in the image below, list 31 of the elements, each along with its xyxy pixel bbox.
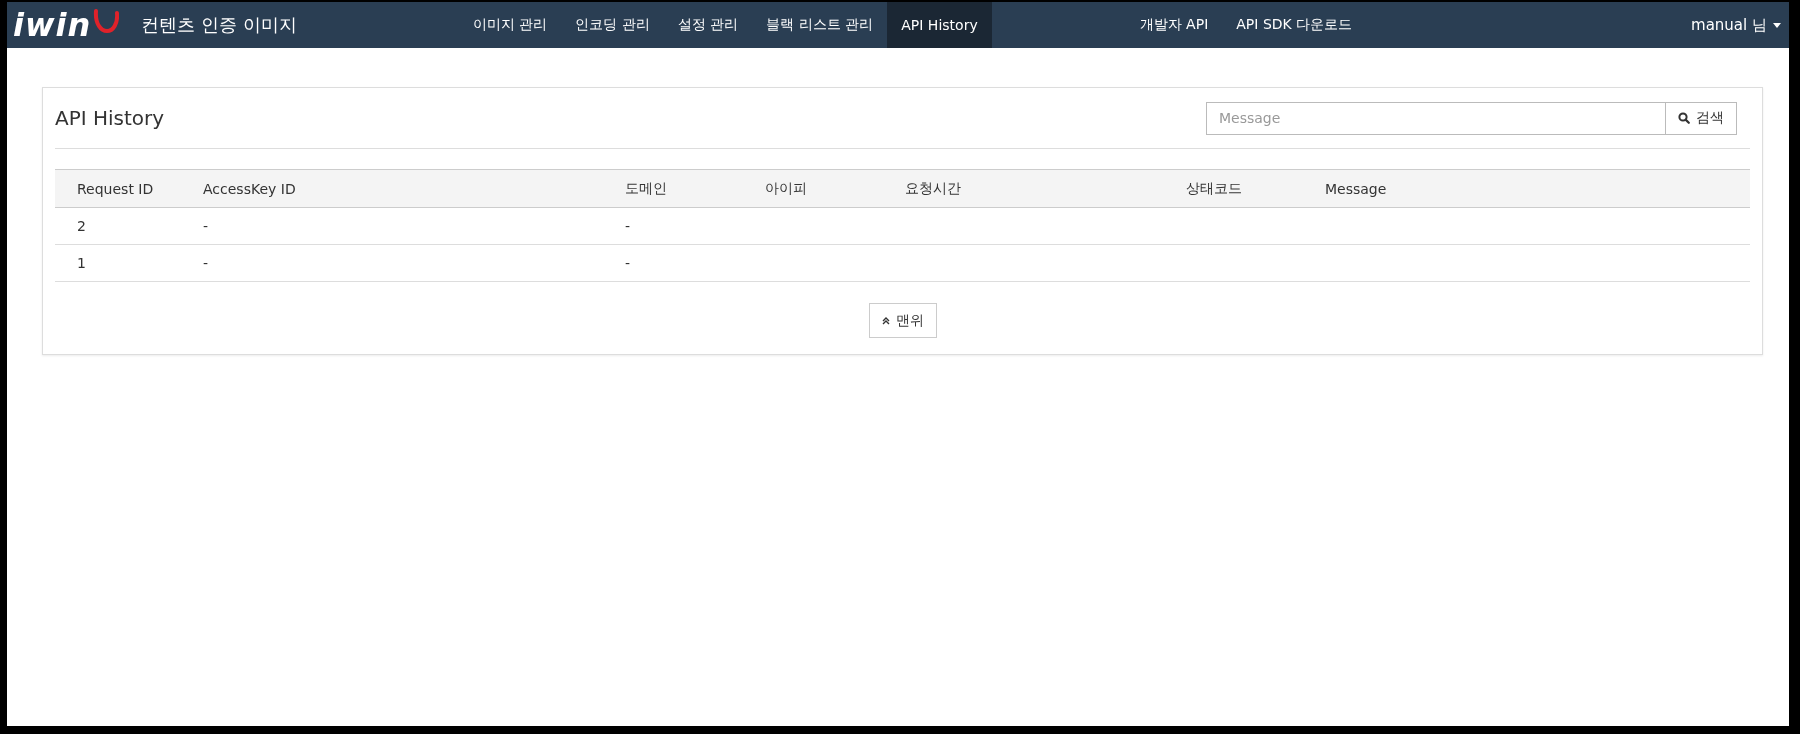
nav-link[interactable]: API History bbox=[887, 2, 992, 48]
search-icon bbox=[1678, 112, 1690, 124]
top-button[interactable]: 맨위 bbox=[868, 303, 937, 338]
table-cell: - bbox=[181, 244, 603, 282]
table-cell: - bbox=[603, 244, 743, 282]
logo-text[interactable]: iwin bbox=[13, 9, 92, 41]
nav-link[interactable]: API SDK 다운로드 bbox=[1222, 2, 1367, 48]
nav-link[interactable]: 블랙 리스트 관리 bbox=[752, 2, 888, 48]
caret-icon bbox=[1773, 22, 1781, 28]
user-menu[interactable]: manual 님 bbox=[1691, 2, 1789, 48]
nav-link[interactable]: 이미지 관리 bbox=[459, 2, 562, 48]
smile-logo-icon bbox=[93, 8, 120, 34]
table-cell: - bbox=[181, 207, 603, 245]
panel-title: API History bbox=[55, 106, 165, 130]
column-header: Request ID bbox=[55, 169, 181, 208]
column-header: AccessKey ID bbox=[181, 169, 603, 208]
nav-link[interactable]: 개발자 API bbox=[1125, 2, 1223, 48]
nav-link[interactable]: 인코딩 관리 bbox=[561, 2, 664, 48]
column-header: 요청시간 bbox=[883, 169, 1164, 208]
table-cell: 2 bbox=[55, 207, 181, 245]
column-header: Message bbox=[1303, 169, 1750, 208]
table-cell: 1 bbox=[55, 244, 181, 282]
app-title[interactable]: 컨텐츠 인증 이미지 bbox=[141, 13, 297, 37]
column-header: 상태코드 bbox=[1164, 169, 1303, 208]
nav-link[interactable]: 설정 관리 bbox=[663, 2, 753, 48]
search-button[interactable]: 검색 bbox=[1666, 101, 1737, 135]
column-header: 아이피 bbox=[743, 169, 883, 208]
table-cell: - bbox=[603, 207, 743, 245]
column-header: 도메인 bbox=[603, 169, 743, 208]
search-field[interactable]: Message bbox=[1206, 101, 1666, 135]
double-chevron-up-icon bbox=[881, 316, 890, 325]
